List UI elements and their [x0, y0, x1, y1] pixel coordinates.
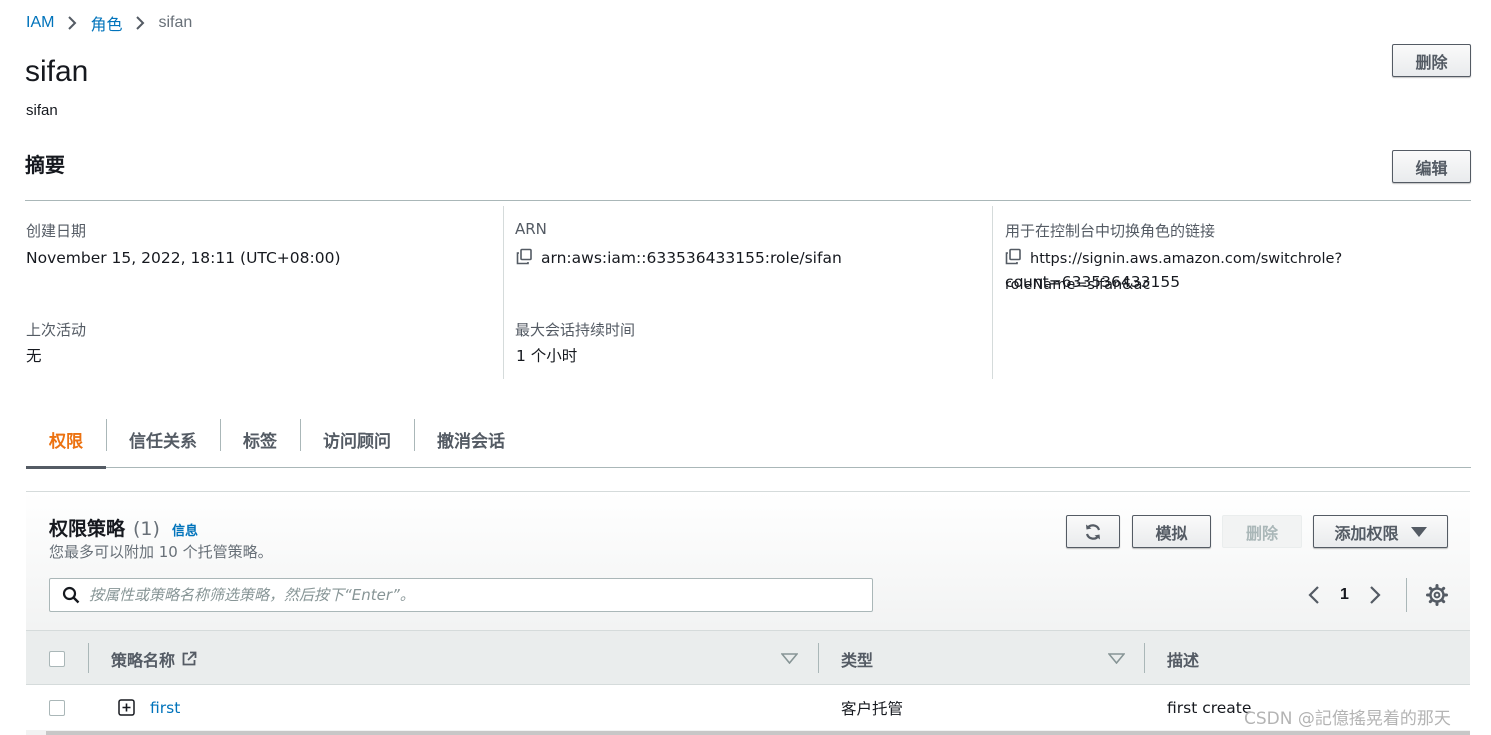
tab-permissions[interactable]: 权限: [26, 410, 106, 469]
policy-type-cell: 客户托管: [841, 699, 904, 718]
pagination: 1: [1308, 578, 1381, 612]
role-tabs: 权限 信任关系 标签 访问顾问 撤消会话: [26, 410, 1471, 469]
copy-icon[interactable]: [1005, 248, 1022, 272]
copy-icon[interactable]: [516, 248, 533, 272]
chevron-right-icon: [135, 16, 145, 30]
policy-search-box: [49, 578, 873, 612]
summary-title: 摘要: [25, 153, 65, 177]
select-all-checkbox[interactable]: [49, 650, 65, 667]
column-separator: [1144, 643, 1145, 673]
summary-column-switch-link: 用于在控制台中切换角色的链接 https://signin.aws.amazon…: [992, 206, 1471, 379]
horizontal-scrollbar[interactable]: [46, 731, 1470, 735]
info-link[interactable]: 信息: [172, 520, 198, 539]
column-description[interactable]: 描述: [1167, 631, 1199, 686]
remove-policy-button[interactable]: 删除: [1222, 515, 1302, 548]
policy-name-cell: first: [118, 685, 180, 730]
page-title: sifan: [25, 55, 89, 88]
simulate-button[interactable]: 模拟: [1132, 515, 1211, 548]
breadcrumb-roles-link[interactable]: 角色: [90, 11, 122, 35]
tab-revoke-sessions[interactable]: 撤消会话: [414, 410, 528, 468]
column-policy-name-label: 策略名称: [111, 650, 176, 670]
policy-description-cell: first create: [1167, 698, 1252, 717]
watermark: CSDN @記億搖晃着的那天: [1244, 709, 1451, 729]
permissions-policies-title: 权限策略: [49, 518, 126, 540]
chevron-left-icon[interactable]: [1308, 586, 1320, 604]
column-type[interactable]: 类型: [841, 631, 873, 686]
external-link-icon: [181, 651, 197, 667]
breadcrumb: IAM 角色 sifan: [26, 11, 192, 35]
policies-description: 您最多可以附加 10 个托管策略。: [49, 543, 273, 561]
policy-count: (1): [133, 518, 160, 540]
arn-label: ARN: [515, 220, 547, 238]
select-all-cell: [49, 631, 65, 686]
pager-divider: [1406, 578, 1407, 612]
add-permissions-button[interactable]: 添加权限: [1313, 515, 1448, 548]
last-activity-value: 无: [26, 347, 42, 365]
policies-table-header: 策略名称 类型 描述: [26, 630, 1470, 685]
column-policy-name[interactable]: 策略名称: [111, 631, 197, 686]
column-separator: [88, 643, 89, 673]
max-session-label: 最大会话持续时间: [515, 321, 636, 339]
column-separator: [818, 643, 819, 673]
refresh-button[interactable]: [1066, 515, 1120, 548]
summary-column-dates: 创建日期 November 15, 2022, 18:11 (UTC+08:00…: [26, 206, 504, 379]
last-activity-label: 上次活动: [26, 321, 87, 339]
max-session-value: 1 个小时: [516, 347, 578, 365]
breadcrumb-iam-link[interactable]: IAM: [26, 14, 54, 32]
summary-divider: [25, 200, 1471, 201]
expand-icon[interactable]: [118, 699, 135, 716]
switch-role-link-line2: count=633536433155: [1005, 273, 1181, 291]
tab-tags[interactable]: 标签: [220, 410, 300, 468]
tab-trust-relationships[interactable]: 信任关系: [106, 410, 220, 468]
caret-down-icon: [1410, 526, 1427, 537]
chevron-right-icon: [67, 16, 77, 30]
sort-caret-icon[interactable]: [781, 631, 798, 686]
switch-role-link-label: 用于在控制台中切换角色的链接: [1005, 222, 1216, 240]
created-date-label: 创建日期: [26, 222, 87, 240]
tab-access-advisor[interactable]: 访问顾问: [300, 410, 414, 468]
row-checkbox[interactable]: [49, 699, 65, 716]
row-select-cell: [49, 685, 65, 730]
permissions-policies-panel: 权限策略 (1) 信息 您最多可以附加 10 个托管策略。 模拟 删除 添加权限…: [26, 491, 1470, 735]
add-permissions-label: 添加权限: [1334, 523, 1399, 543]
arn-value-row: arn:aws:iam::633536433155:role/sifan: [516, 246, 842, 272]
panel-title-row: 权限策略 (1) 信息: [49, 514, 198, 541]
gear-icon[interactable]: [1426, 584, 1448, 606]
sort-caret-icon[interactable]: [1108, 631, 1125, 686]
summary-column-arn: ARN arn:aws:iam::633536433155:role/sifan…: [503, 206, 992, 379]
page-number[interactable]: 1: [1340, 586, 1349, 604]
refresh-icon: [1084, 523, 1102, 541]
page-subtitle: sifan: [26, 102, 58, 119]
delete-role-button[interactable]: 删除: [1392, 44, 1471, 77]
created-date-value: November 15, 2022, 18:11 (UTC+08:00): [26, 249, 341, 267]
chevron-right-icon[interactable]: [1369, 586, 1381, 604]
arn-value: arn:aws:iam::633536433155:role/sifan: [541, 249, 842, 267]
policy-name-link[interactable]: first: [150, 699, 180, 717]
edit-button[interactable]: 编辑: [1392, 150, 1471, 183]
breadcrumb-current: sifan: [158, 14, 193, 31]
search-icon: [62, 586, 80, 604]
policy-search-input[interactable]: [89, 586, 849, 604]
